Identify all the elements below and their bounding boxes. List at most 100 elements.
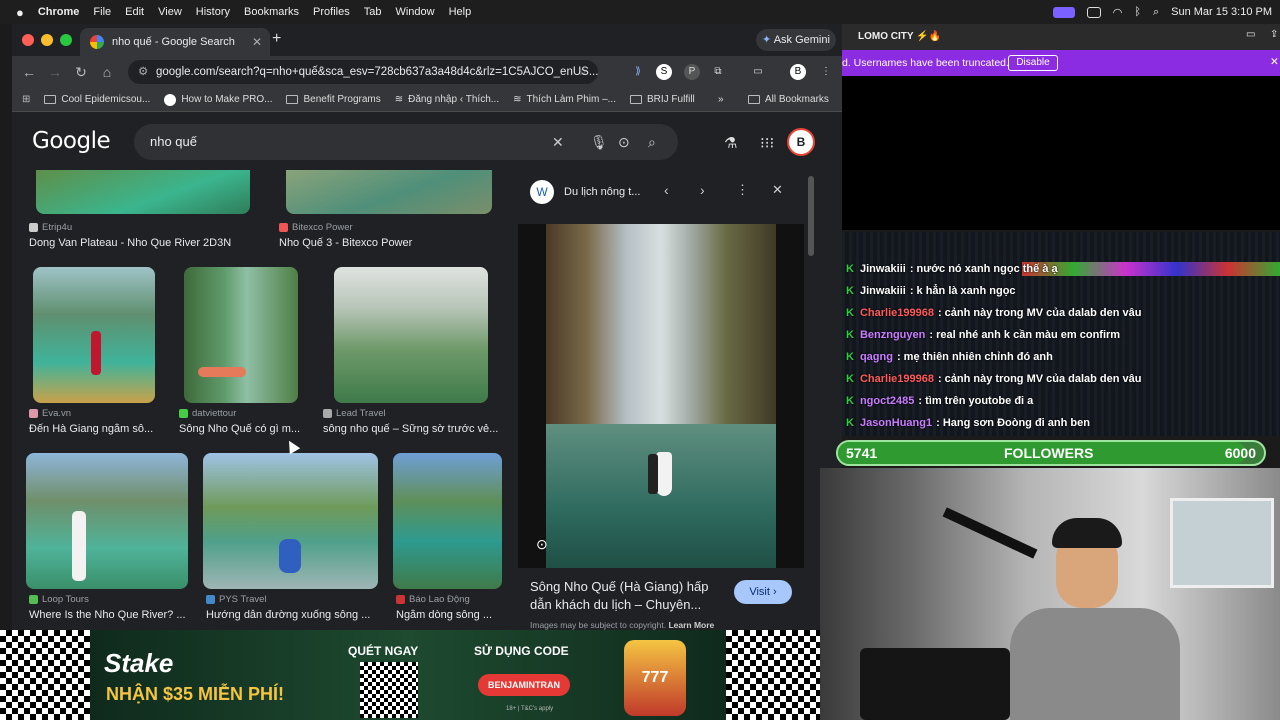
chat-username[interactable]: JasonHuang1 [860, 417, 932, 429]
menu-view[interactable]: View [158, 6, 182, 18]
close-window-button[interactable] [22, 34, 34, 46]
chat-username[interactable]: Jinwakiii [860, 285, 906, 297]
more-bookmarks-icon[interactable]: » [718, 94, 724, 105]
result-caption-8[interactable]: Ngắm dòng sông ... [396, 609, 506, 621]
chat-username[interactable]: Charlie199968 [860, 307, 934, 319]
window-icon[interactable]: ▭ [1246, 29, 1255, 40]
result-source-3[interactable]: Eva.vn [29, 408, 71, 419]
extension-icon-3[interactable]: P [684, 64, 700, 80]
result-image-4[interactable] [184, 267, 298, 403]
zoom-window-button[interactable] [60, 34, 72, 46]
result-source-8[interactable]: Báo Lao Động [396, 594, 470, 605]
result-image-2[interactable] [286, 170, 492, 214]
close-tab-icon[interactable]: ✕ [252, 35, 262, 49]
apple-menu-icon[interactable]: ● [16, 5, 24, 20]
lens-search-icon[interactable]: ⊙ [618, 124, 630, 160]
bookmark-5[interactable]: ≋ Thích Làm Phim –... [513, 94, 616, 105]
preview-image[interactable]: ⊙ [518, 224, 804, 568]
wifi-icon[interactable]: ◠ [1113, 6, 1123, 19]
chat-username[interactable]: Jinwakiii [860, 263, 906, 275]
result-caption-3[interactable]: Đến Hà Giang ngắm sô... [29, 423, 169, 435]
result-caption-6[interactable]: Where Is the Nho Que River? ... [29, 609, 189, 621]
home-icon[interactable]: ⌂ [94, 64, 120, 80]
more-options-icon[interactable]: ⋮ [736, 182, 749, 198]
result-source-1[interactable]: Etrip4u [29, 222, 72, 233]
minimize-window-button[interactable] [41, 34, 53, 46]
menu-profiles[interactable]: Profiles [313, 6, 350, 18]
visit-button[interactable]: Visit › [734, 580, 792, 604]
status-window-icon[interactable] [1086, 6, 1101, 18]
result-image-8[interactable] [393, 453, 502, 589]
back-icon[interactable]: ← [16, 64, 42, 80]
menu-history[interactable]: History [196, 6, 230, 18]
bluetooth-icon[interactable]: ᛒ [1134, 6, 1141, 18]
chat-username[interactable]: Benznguyen [860, 329, 925, 341]
clear-search-icon[interactable]: ✕ [552, 124, 564, 160]
search-icon[interactable]: ⌕ [648, 124, 656, 160]
browser-tab[interactable]: nho quế - Google Search ✕ [80, 28, 270, 56]
scrollbar[interactable] [808, 176, 814, 256]
chrome-menu-icon[interactable]: ⋮ [818, 64, 834, 80]
status-app-icon[interactable] [1052, 6, 1075, 18]
menu-help[interactable]: Help [449, 6, 472, 18]
labs-flask-icon[interactable]: ⚗ [724, 134, 737, 152]
extension-icon-2[interactable]: S [656, 64, 672, 80]
reload-icon[interactable]: ↻ [68, 64, 94, 81]
lens-icon[interactable]: ⊙ [536, 536, 548, 553]
menu-edit[interactable]: Edit [125, 6, 144, 18]
result-image-3[interactable] [33, 267, 155, 403]
result-image-5[interactable] [334, 267, 488, 403]
close-preview-icon[interactable]: ✕ [772, 182, 783, 198]
chat-username[interactable]: qagng [860, 351, 893, 363]
bookmark-4[interactable]: ≋ Đăng nhập ‹ Thích... [395, 94, 499, 105]
next-image-icon[interactable]: › [700, 182, 705, 198]
new-tab-button[interactable]: + [272, 30, 281, 48]
google-apps-icon[interactable]: ⁝⁝⁝ [760, 134, 774, 152]
result-source-6[interactable]: Loop Tours [29, 594, 89, 605]
site-info-icon[interactable]: ⚙ [138, 60, 148, 84]
profile-icon[interactable]: B [790, 64, 806, 80]
menu-file[interactable]: File [93, 6, 111, 18]
preview-site-name[interactable]: Du lịch nông t... [564, 186, 640, 198]
result-caption-4[interactable]: Sông Nho Quế có gì m... [179, 423, 305, 435]
bookmark-6[interactable]: BRIJ Fulfill [629, 94, 695, 105]
preview-title[interactable]: Sông Nho Quế (Hà Giang) hấp dẫn khách du… [530, 578, 730, 614]
result-source-7[interactable]: PYS Travel [206, 594, 267, 605]
forward-icon[interactable]: → [42, 64, 68, 80]
bookmark-star-icon[interactable]: ☆ [578, 60, 588, 84]
apps-grid-icon[interactable]: ⊞ [22, 94, 30, 105]
menu-app-name[interactable]: Chrome [38, 6, 80, 18]
menu-tab[interactable]: Tab [364, 6, 382, 18]
ask-gemini-button[interactable]: ✦ Ask Gemini [756, 29, 836, 51]
clock[interactable]: Sun Mar 15 3:10 PM [1171, 6, 1272, 18]
address-bar[interactable]: ⚙ google.com/search?q=nho+quế&sca_esv=72… [128, 60, 598, 84]
result-source-4[interactable]: datviettour [179, 408, 236, 419]
result-caption-5[interactable]: sông nho quế – Sững sờ trước vẻ... [323, 423, 503, 435]
extension-icon-1[interactable]: ⟫ [630, 64, 646, 80]
result-image-1[interactable] [36, 170, 250, 214]
search-input[interactable]: nho quế ✕ 🎙 ⊙ ⌕ [134, 124, 678, 160]
chat-username[interactable]: ngoct2485 [860, 395, 914, 407]
all-bookmarks[interactable]: All Bookmarks [748, 94, 829, 105]
result-caption-1[interactable]: Dong Van Plateau - Nho Que River 2D3N [29, 237, 249, 249]
result-source-2[interactable]: Bitexco Power [279, 222, 353, 233]
result-caption-7[interactable]: Hướng dẫn đường xuống sông ... [206, 609, 376, 621]
learn-more-link[interactable]: Learn More [668, 620, 714, 630]
bookmark-2[interactable]: How to Make PRO... [164, 93, 272, 106]
search-menu-icon[interactable]: ⌕ [1153, 6, 1159, 19]
result-image-6[interactable] [26, 453, 188, 589]
voice-search-icon[interactable]: 🎙 [590, 124, 608, 160]
disable-button[interactable]: Disable [1008, 55, 1058, 71]
close-notice-icon[interactable]: ✕ [1270, 56, 1279, 68]
result-image-7[interactable] [203, 453, 378, 589]
extensions-puzzle-icon[interactable]: ⧉ [710, 64, 726, 80]
previous-image-icon[interactable]: ‹ [664, 182, 669, 198]
account-avatar[interactable]: B [787, 128, 815, 156]
menu-window[interactable]: Window [395, 6, 434, 18]
side-panel-icon[interactable]: ▭ [750, 64, 766, 80]
result-source-5[interactable]: Lead Travel [323, 408, 386, 419]
result-caption-2[interactable]: Nho Quế 3 - Bitexco Power [279, 237, 499, 249]
google-logo[interactable]: Google [32, 128, 111, 154]
bookmark-3[interactable]: Benefit Programs [286, 94, 381, 105]
bookmark-1[interactable]: Cool Epidemicsou... [44, 94, 150, 105]
